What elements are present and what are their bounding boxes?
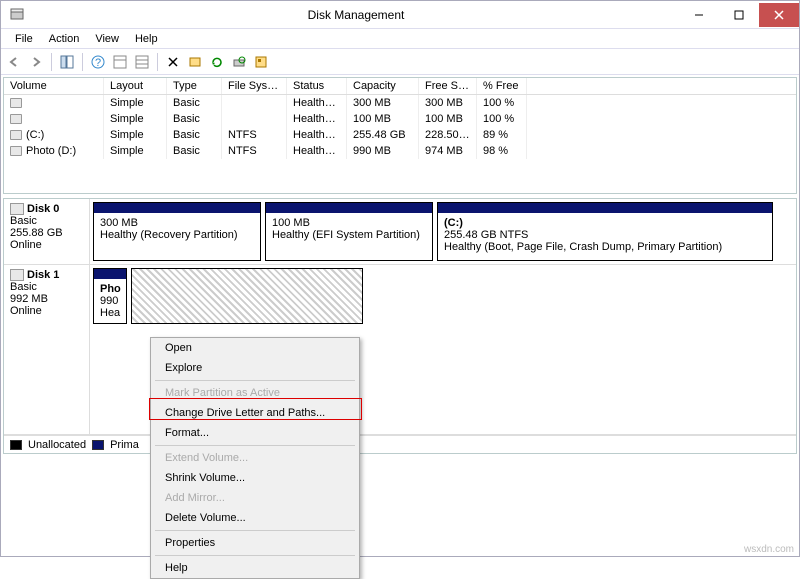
disk-partitions: 300 MBHealthy (Recovery Partition)100 MB… — [90, 199, 796, 264]
refresh-icon[interactable] — [208, 53, 226, 71]
table-row[interactable]: Photo (D:)SimpleBasicNTFSHealthy (P...99… — [4, 143, 796, 159]
disk-info[interactable]: Disk 0Basic255.88 GBOnline — [4, 199, 90, 264]
partition[interactable]: Pho990Hea — [93, 268, 127, 324]
table-row[interactable]: SimpleBasicHealthy (E...100 MB100 MB100 … — [4, 111, 796, 127]
list-body[interactable]: SimpleBasicHealthy (R...300 MB300 MB100 … — [4, 95, 796, 193]
menu-separator — [155, 555, 355, 556]
table-row[interactable]: SimpleBasicHealthy (R...300 MB300 MB100 … — [4, 95, 796, 111]
legend-label-primary: Prima — [110, 439, 139, 451]
menu-item-help[interactable]: Help — [151, 558, 359, 578]
properties-icon[interactable] — [186, 53, 204, 71]
close-button[interactable] — [759, 3, 799, 27]
back-icon[interactable] — [5, 53, 23, 71]
menu-help[interactable]: Help — [127, 33, 166, 45]
menu-item-delete-volume[interactable]: Delete Volume... — [151, 508, 359, 528]
col-capacity[interactable]: Capacity — [347, 78, 419, 94]
maximize-button[interactable] — [719, 3, 759, 27]
menu-item-add-mirror: Add Mirror... — [151, 488, 359, 508]
col-pctfree[interactable]: % Free — [477, 78, 527, 94]
col-volume[interactable]: Volume — [4, 78, 104, 94]
volume-icon — [10, 130, 22, 140]
options-icon[interactable] — [252, 53, 270, 71]
list-view-icon[interactable] — [133, 53, 151, 71]
help-icon[interactable]: ? — [89, 53, 107, 71]
titlebar: Disk Management — [1, 1, 799, 29]
menu-action[interactable]: Action — [41, 33, 88, 45]
disk-management-window: Disk Management File Action View Help ? … — [0, 0, 800, 557]
menu-separator — [155, 530, 355, 531]
forward-icon[interactable] — [27, 53, 45, 71]
window-title: Disk Management — [33, 8, 679, 22]
disk-row: Disk 0Basic255.88 GBOnline300 MBHealthy … — [4, 199, 796, 265]
volume-list[interactable]: Volume Layout Type File System Status Ca… — [3, 77, 797, 194]
col-layout[interactable]: Layout — [104, 78, 167, 94]
rescan-icon[interactable] — [230, 53, 248, 71]
window-controls — [679, 3, 799, 27]
legend-label-unallocated: Unallocated — [28, 439, 86, 451]
partition[interactable]: 300 MBHealthy (Recovery Partition) — [93, 202, 261, 261]
table-row[interactable]: (C:)SimpleBasicNTFSHealthy (B...255.48 G… — [4, 127, 796, 143]
partition[interactable]: 100 MBHealthy (EFI System Partition) — [265, 202, 433, 261]
col-freespace[interactable]: Free Spa... — [419, 78, 477, 94]
menu-item-extend-volume: Extend Volume... — [151, 448, 359, 468]
menu-separator — [155, 445, 355, 446]
context-menu[interactable]: OpenExplore Mark Partition as ActiveChang… — [150, 337, 360, 579]
disk-info[interactable]: Disk 1Basic992 MBOnline — [4, 265, 90, 434]
legend: Unallocated Prima — [4, 435, 796, 453]
app-icon — [9, 7, 25, 23]
toolbar: ? — [1, 49, 799, 75]
col-filesystem[interactable]: File System — [222, 78, 287, 94]
list-header[interactable]: Volume Layout Type File System Status Ca… — [4, 78, 796, 95]
col-status[interactable]: Status — [287, 78, 347, 94]
col-type[interactable]: Type — [167, 78, 222, 94]
disk-icon — [10, 203, 24, 215]
menu-item-shrink-volume[interactable]: Shrink Volume... — [151, 468, 359, 488]
partition[interactable]: (C:)255.48 GB NTFSHealthy (Boot, Page Fi… — [437, 202, 773, 261]
watermark: wsxdn.com — [744, 544, 794, 555]
volume-icon — [10, 146, 22, 156]
menu-item-change-drive-letter-and-paths[interactable]: Change Drive Letter and Paths... — [151, 403, 359, 423]
menu-item-explore[interactable]: Explore — [151, 358, 359, 378]
menu-separator — [155, 380, 355, 381]
graphical-view: Disk 0Basic255.88 GBOnline300 MBHealthy … — [3, 198, 797, 454]
menu-item-properties[interactable]: Properties — [151, 533, 359, 553]
menu-item-format[interactable]: Format... — [151, 423, 359, 443]
volume-icon — [10, 98, 22, 108]
menu-view[interactable]: View — [87, 33, 127, 45]
show-hide-icon[interactable] — [58, 53, 76, 71]
legend-swatch-primary — [92, 440, 104, 450]
disk-icon — [10, 269, 24, 281]
menubar: File Action View Help — [1, 29, 799, 49]
menu-file[interactable]: File — [7, 33, 41, 45]
volume-icon — [10, 114, 22, 124]
settings-view-icon[interactable] — [111, 53, 129, 71]
legend-swatch-unallocated — [10, 440, 22, 450]
delete-icon[interactable] — [164, 53, 182, 71]
minimize-button[interactable] — [679, 3, 719, 27]
disk-row: Disk 1Basic992 MBOnlinePho990Hea — [4, 265, 796, 435]
menu-item-mark-partition-as-active: Mark Partition as Active — [151, 383, 359, 403]
svg-text:?: ? — [95, 57, 101, 69]
unallocated-space[interactable] — [131, 268, 363, 324]
menu-item-open[interactable]: Open — [151, 338, 359, 358]
